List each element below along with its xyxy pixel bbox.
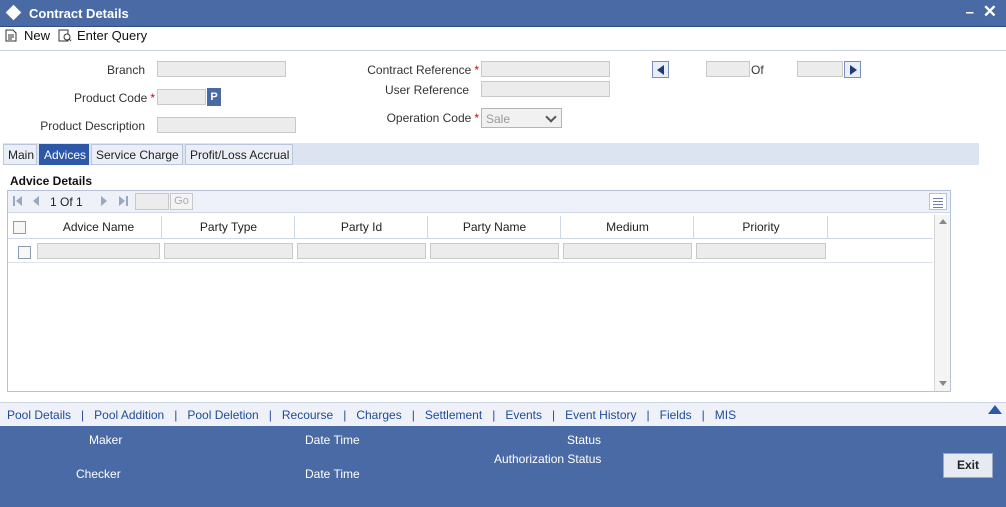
subsystem-links-bar: Pool Details | Pool Addition | Pool Deletion… xyxy=(0,402,1006,426)
chevron-down-icon xyxy=(545,111,557,123)
link-pool-addition[interactable]: Pool Addition xyxy=(94,408,164,422)
go-button[interactable]: Go xyxy=(170,193,193,210)
new-doc-icon xyxy=(5,29,17,42)
column-party-name[interactable]: Party Name xyxy=(429,216,561,239)
last-page-icon[interactable] xyxy=(119,196,125,206)
contract-reference-label: Contract Reference * xyxy=(367,63,479,77)
branch-field[interactable] xyxy=(157,61,286,77)
current-record-field[interactable] xyxy=(706,61,750,77)
previous-page-icon[interactable] xyxy=(33,196,39,206)
link-settlement[interactable]: Settlement xyxy=(425,408,482,422)
subsystem-links: Pool Details | Pool Addition | Pool Deletion… xyxy=(7,408,737,422)
link-pool-details[interactable]: Pool Details xyxy=(7,408,71,422)
scroll-down-icon[interactable] xyxy=(939,381,947,386)
new-label: New xyxy=(24,28,51,43)
link-fields[interactable]: Fields xyxy=(660,408,692,422)
branch-label: Branch xyxy=(106,63,145,77)
contract-reference-field[interactable] xyxy=(481,61,610,77)
product-code-label: Product Code * xyxy=(73,91,155,105)
triangle-left-icon xyxy=(657,65,664,75)
advice-name-cell[interactable] xyxy=(37,243,160,259)
of-label: Of xyxy=(751,63,764,77)
enter-query-label: Enter Query xyxy=(77,28,148,43)
column-party-id[interactable]: Party Id xyxy=(296,216,428,239)
total-records-field[interactable] xyxy=(797,61,843,77)
grid-vertical-scrollbar[interactable] xyxy=(934,215,950,391)
column-advice-name[interactable]: Advice Name xyxy=(36,216,162,239)
advice-details-grid: 1 Of 1 Go Advice Name Party Type Party I… xyxy=(7,190,951,392)
product-code-field[interactable] xyxy=(157,89,206,105)
last-page-bar-icon xyxy=(126,196,128,206)
query-icon xyxy=(58,29,72,42)
minimize-icon[interactable]: – xyxy=(966,4,974,21)
operation-code-select[interactable]: Sale xyxy=(481,108,562,128)
next-page-icon[interactable] xyxy=(101,196,107,206)
party-name-cell[interactable] xyxy=(430,243,559,259)
triangle-right-icon xyxy=(850,65,857,75)
tab-main[interactable]: Main xyxy=(3,144,37,165)
collapse-up-icon[interactable] xyxy=(988,405,1002,414)
tab-advices[interactable]: Advices xyxy=(39,144,89,165)
product-description-label: Product Description xyxy=(40,119,145,133)
operation-code-value: Sale xyxy=(486,112,511,126)
product-description-field[interactable] xyxy=(157,117,296,133)
next-record-button[interactable] xyxy=(844,61,861,78)
column-priority[interactable]: Priority xyxy=(695,216,828,239)
exit-button[interactable]: Exit xyxy=(943,453,993,478)
grid-header: Advice Name Party Type Party Id Party Na… xyxy=(8,216,933,239)
user-reference-label: User Reference xyxy=(384,83,469,97)
title-bar: Contract Details – ✕ xyxy=(0,0,1006,27)
link-event-history[interactable]: Event History xyxy=(565,408,636,422)
maker-date-time-label: Date Time xyxy=(305,433,360,447)
new-button[interactable]: New xyxy=(5,28,50,43)
checker-date-time-label: Date Time xyxy=(305,467,360,481)
window-title: Contract Details xyxy=(29,6,129,21)
enter-query-button[interactable]: Enter Query xyxy=(58,28,147,43)
tab-profit-loss-accrual[interactable]: Profit/Loss Accrual xyxy=(185,144,293,165)
page-indicator: 1 Of 1 xyxy=(50,195,83,209)
party-type-cell[interactable] xyxy=(164,243,293,259)
authorization-status-label: Authorization Status xyxy=(494,452,602,466)
user-reference-field[interactable] xyxy=(481,81,610,97)
maker-label: Maker xyxy=(89,433,123,447)
contract-header-form: Branch Product Code * P Product Descripti… xyxy=(0,50,1006,142)
medium-cell[interactable] xyxy=(563,243,692,259)
previous-record-button[interactable] xyxy=(652,61,669,78)
link-recourse[interactable]: Recourse xyxy=(282,408,333,422)
grid-menu-icon[interactable] xyxy=(929,193,947,210)
toolbar: New Enter Query xyxy=(0,27,1006,47)
priority-cell[interactable] xyxy=(696,243,826,259)
link-pool-deletion[interactable]: Pool Deletion xyxy=(187,408,258,422)
status-label: Status xyxy=(567,433,602,447)
diamond-icon xyxy=(5,4,22,21)
operation-code-label: Operation Code * xyxy=(386,111,479,125)
audit-footer: Maker Date Time Status Authorization Sta… xyxy=(0,426,1006,507)
table-row xyxy=(8,240,933,263)
first-page-icon[interactable] xyxy=(16,196,22,206)
grid-pager: 1 Of 1 Go xyxy=(8,191,950,213)
checker-label: Checker xyxy=(76,467,121,481)
column-medium[interactable]: Medium xyxy=(562,216,694,239)
scroll-up-icon[interactable] xyxy=(939,219,947,224)
link-mis[interactable]: MIS xyxy=(715,408,736,422)
page-number-input[interactable] xyxy=(135,193,169,210)
column-party-type[interactable]: Party Type xyxy=(163,216,295,239)
link-events[interactable]: Events xyxy=(505,408,542,422)
tab-bar: Main Advices Service Charge Profit/Loss … xyxy=(3,143,979,165)
tab-service-charge[interactable]: Service Charge xyxy=(91,144,183,165)
row-checkbox[interactable] xyxy=(18,246,31,259)
link-charges[interactable]: Charges xyxy=(356,408,401,422)
first-page-bar-icon xyxy=(13,196,15,206)
advice-details-title: Advice Details xyxy=(10,174,93,188)
party-id-cell[interactable] xyxy=(297,243,426,259)
select-all-checkbox[interactable] xyxy=(13,221,26,234)
close-icon[interactable]: ✕ xyxy=(983,2,997,22)
product-code-lov-button[interactable]: P xyxy=(207,88,221,106)
